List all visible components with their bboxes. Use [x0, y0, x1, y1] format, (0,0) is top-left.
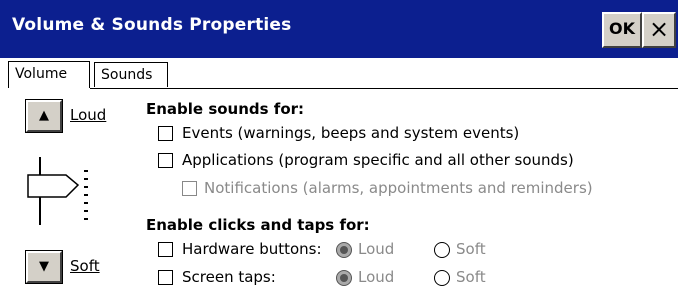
title-bar: Volume & Sounds Properties OK × [0, 0, 678, 58]
loud-label: Loud [70, 106, 106, 124]
window-title: Volume & Sounds Properties [12, 15, 292, 35]
loud-label-text: Loud [70, 106, 107, 124]
events-checkbox[interactable] [158, 126, 173, 141]
triangle-down-icon: ▼ [39, 259, 49, 274]
hardware-buttons-checkbox[interactable] [158, 242, 173, 257]
screen-taps-checkbox[interactable] [158, 270, 173, 285]
applications-label[interactable]: Applications (program specific and all o… [182, 151, 574, 169]
volume-up-button[interactable]: ▲ [25, 99, 63, 133]
tab-panel-border-right [170, 88, 678, 89]
volume-down-button[interactable]: ▼ [25, 250, 63, 284]
hardware-soft-label[interactable]: Soft [456, 240, 486, 258]
screen-loud-label[interactable]: Loud [358, 268, 394, 286]
screen-soft-label[interactable]: Soft [456, 268, 486, 286]
notifications-checkbox[interactable] [182, 181, 197, 196]
hardware-loud-radio[interactable] [336, 242, 352, 258]
enable-sounds-title: Enable sounds for: [146, 100, 305, 118]
soft-label-text: Soft [70, 257, 100, 275]
screen-taps-label[interactable]: Screen taps: [182, 268, 276, 286]
hardware-soft-radio[interactable] [434, 242, 450, 258]
volume-slider[interactable] [26, 153, 96, 229]
applications-checkbox[interactable] [158, 153, 173, 168]
events-label[interactable]: Events (warnings, beeps and system event… [182, 124, 519, 142]
tab-sounds[interactable]: Sounds [94, 62, 168, 87]
soft-label: Soft [70, 257, 100, 275]
tab-volume[interactable]: Volume [8, 61, 90, 88]
notifications-label[interactable]: Notifications (alarms, appointments and … [204, 179, 593, 197]
slider-thumb [27, 174, 80, 198]
ok-button[interactable]: OK [602, 12, 642, 48]
slider-ticks [84, 170, 88, 220]
properties-window: Volume & Sounds Properties OK × Volume S… [0, 0, 678, 298]
close-icon: × [648, 15, 670, 43]
enable-clicks-title: Enable clicks and taps for: [146, 216, 370, 234]
close-button[interactable]: × [642, 12, 676, 48]
screen-loud-radio[interactable] [336, 270, 352, 286]
hardware-buttons-label[interactable]: Hardware buttons: [182, 240, 322, 258]
screen-soft-radio[interactable] [434, 270, 450, 286]
hardware-loud-label[interactable]: Loud [358, 240, 394, 258]
triangle-up-icon: ▲ [39, 108, 49, 123]
